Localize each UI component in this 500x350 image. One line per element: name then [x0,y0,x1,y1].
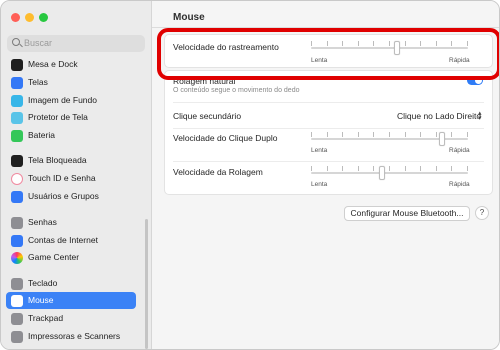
search-input[interactable]: Buscar [7,35,145,52]
slider-tick [405,132,406,137]
sidebar-item-label: Mouse [28,295,54,305]
slider-tick [373,132,374,137]
sidebar-item-label: Imagem de Fundo [28,95,97,105]
sidebar-item-senhas[interactable]: Senhas [6,214,136,231]
slider-tick [358,166,359,171]
trackpad-icon [11,313,23,325]
slider-tick [327,166,328,171]
slider-tick [311,166,312,171]
sidebar-item-game-center[interactable]: Game Center [6,249,136,266]
dock-icon [11,59,23,71]
keyboard-icon [11,278,23,290]
zoom-window-button[interactable] [39,13,48,22]
sidebar-item-label: Senhas [28,217,57,227]
slider-tick [389,132,390,137]
screensaver-icon [11,112,23,124]
sidebar-item-telas[interactable]: Telas [6,74,136,91]
scroll-speed-max-label: Rápida [449,181,470,188]
sidebar-item-touch-id-e-senha[interactable]: Touch ID e Senha [6,170,136,187]
sidebar-item-label: Touch ID e Senha [28,173,96,183]
double-click-speed-slider[interactable] [311,132,468,146]
mouse-options-card: Rolagem natural O conteúdo segue o movim… [164,70,493,195]
battery-icon [11,130,23,142]
sidebar-item-impressoras-e-scanners[interactable]: Impressoras e Scanners [6,328,136,345]
sidebar-item-label: Game Center [28,252,80,262]
chevron-down-icon: ▾ [478,115,482,122]
row-divider [173,102,484,103]
sidebar-item-label: Mesa e Dock [28,59,78,69]
sidebar-item-label: Usuários e Grupos [28,191,99,201]
highlight-annotation [157,28,499,80]
sidebar-item-label: Protetor de Tela [28,112,88,122]
search-placeholder: Buscar [24,38,53,48]
settings-window: Buscar Mesa e Dock Telas Imagem de Fundo… [0,0,500,350]
sidebar-item-label: Teclado [28,278,58,288]
scroll-speed-slider[interactable] [311,166,468,180]
slider-tick [436,166,437,171]
at-icon [11,235,23,247]
key-icon [11,217,23,229]
sidebar-item-label: Contas de Internet [28,235,98,245]
natural-scroll-description: O conteúdo segue o movimento do dedo [173,87,300,94]
slider-tick [451,166,452,171]
row-divider [173,128,484,129]
help-button[interactable]: ? [475,206,489,220]
sidebar-item-label: Telas [28,77,48,87]
mouse-icon [11,295,23,307]
slider-tick [327,132,328,137]
search-icon [12,38,20,46]
sidebar-item-trackpad[interactable]: Trackpad [6,310,136,327]
slider-tick [342,166,343,171]
secondary-click-dropdown[interactable]: Clique no Lado Direito [397,111,481,121]
close-window-button[interactable] [11,13,20,22]
double-click-speed-max-label: Rápida [449,147,470,154]
printer-icon [11,331,23,343]
scroll-speed-min-label: Lenta [311,181,328,188]
slider-knob[interactable] [439,132,445,146]
page-title: Mouse [173,12,205,23]
display-icon [11,77,23,89]
scroll-speed-label: Velocidade da Rolagem [173,167,263,177]
slider-tick [311,132,312,137]
sidebar-item-teclado[interactable]: Teclado [6,275,136,292]
slider-tick [420,132,421,137]
slider-tick [467,166,468,171]
slider-tick [358,132,359,137]
sidebar-item-imagem-de-fundo[interactable]: Imagem de Fundo [6,92,136,109]
slider-tick [389,166,390,171]
slider-tick [467,132,468,137]
row-divider [173,161,484,162]
slider-tick [451,132,452,137]
sidebar: Buscar Mesa e Dock Telas Imagem de Fundo… [1,1,152,349]
fingerprint-icon [11,173,23,185]
sidebar-item-protetor-de-tela[interactable]: Protetor de Tela [6,109,136,126]
sidebar-item-label: Impressoras e Scanners [28,331,121,341]
slider-tick [342,132,343,137]
minimize-window-button[interactable] [25,13,34,22]
sidebar-item-mesa-e-dock[interactable]: Mesa e Dock [6,56,136,73]
sidebar-item-mouse[interactable]: Mouse [6,292,136,309]
sidebar-item-contas-de-internet[interactable]: Contas de Internet [6,232,136,249]
sidebar-scrollbar[interactable] [145,219,148,349]
slider-tick [405,166,406,171]
sidebar-item-label: Trackpad [28,313,64,323]
sidebar-item-usuarios-e-grupos[interactable]: Usuários e Grupos [6,188,136,205]
slider-tick [420,166,421,171]
sidebar-item-bateria[interactable]: Bateria [6,127,136,144]
game-center-icon [11,252,23,264]
slider-tick [373,166,374,171]
sidebar-item-tela-bloqueada[interactable]: Tela Bloqueada [6,152,136,169]
double-click-speed-min-label: Lenta [311,147,328,154]
configure-bluetooth-mouse-button[interactable]: Configurar Mouse Bluetooth... [344,206,470,221]
slider-tick [436,132,437,137]
users-icon [11,191,23,203]
slider-knob[interactable] [379,166,385,180]
sidebar-item-label: Bateria [28,130,55,140]
double-click-speed-label: Velocidade do Clique Duplo [173,133,278,143]
wallpaper-icon [11,95,23,107]
sidebar-item-label: Tela Bloqueada [28,155,87,165]
secondary-click-label: Clique secundário [173,111,242,121]
lock-screen-icon [11,155,23,167]
